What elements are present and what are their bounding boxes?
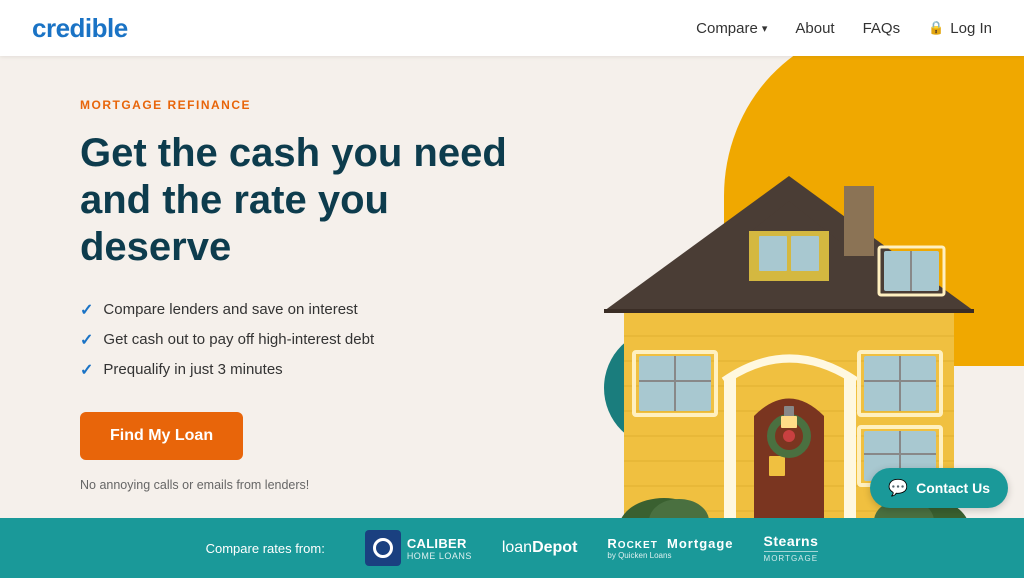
compare-rates-label: Compare rates from: bbox=[206, 541, 325, 556]
rocket-logo: ROCKET Mortgage by Quicken Loans bbox=[607, 536, 733, 560]
loandepot-logo: loanDepot bbox=[502, 539, 578, 557]
checklist: ✓ Compare lenders and save on interest ✓… bbox=[80, 300, 532, 380]
nav-compare[interactable]: Compare bbox=[696, 20, 767, 37]
nav-faqs[interactable]: FAQs bbox=[863, 20, 901, 37]
check-icon-3: ✓ bbox=[80, 360, 93, 380]
caliber-logo: CALIBER HOME LOANS bbox=[365, 530, 472, 566]
nav-about[interactable]: About bbox=[795, 20, 834, 37]
lender-logos: CALIBER HOME LOANS loanDepot ROCKET Mort… bbox=[365, 530, 819, 566]
contact-us-button[interactable]: 💬 Contact Us bbox=[870, 468, 1008, 508]
check-item-2: ✓ Get cash out to pay off high-interest … bbox=[80, 330, 532, 350]
chat-icon: 💬 bbox=[888, 478, 908, 498]
caliber-icon bbox=[365, 530, 401, 566]
caliber-sub: HOME LOANS bbox=[407, 551, 472, 561]
eyebrow: MORTGAGE REFINANCE bbox=[80, 98, 532, 112]
navigation: credible Compare About FAQs 🔒 Log In bbox=[0, 0, 1024, 56]
check-icon-2: ✓ bbox=[80, 330, 93, 350]
nav-login[interactable]: 🔒 Log In bbox=[928, 20, 992, 37]
bottom-bar: Compare rates from: CALIBER HOME LOANS l… bbox=[0, 518, 1024, 578]
nav-links: Compare About FAQs 🔒 Log In bbox=[696, 20, 992, 37]
hero-right bbox=[544, 56, 1024, 518]
check-item-3: ✓ Prequalify in just 3 minutes bbox=[80, 360, 532, 380]
disclaimer: No annoying calls or emails from lenders… bbox=[80, 478, 532, 492]
main-content: MORTGAGE REFINANCE Get the cash you need… bbox=[0, 56, 1024, 518]
stearns-name: Stearns bbox=[764, 533, 819, 552]
headline: Get the cash you need and the rate you d… bbox=[80, 130, 532, 272]
check-icon-1: ✓ bbox=[80, 300, 93, 320]
house-illustration bbox=[564, 76, 1024, 518]
find-my-loan-button[interactable]: Find My Loan bbox=[80, 412, 243, 460]
hero-left: MORTGAGE REFINANCE Get the cash you need… bbox=[0, 56, 580, 518]
lock-icon: 🔒 bbox=[928, 20, 944, 36]
stearns-logo: Stearns MORTGAGE bbox=[764, 533, 819, 563]
caliber-name: CALIBER bbox=[407, 536, 472, 551]
stearns-sub: MORTGAGE bbox=[764, 554, 819, 563]
logo: credible bbox=[32, 13, 128, 44]
check-item-1: ✓ Compare lenders and save on interest bbox=[80, 300, 532, 320]
